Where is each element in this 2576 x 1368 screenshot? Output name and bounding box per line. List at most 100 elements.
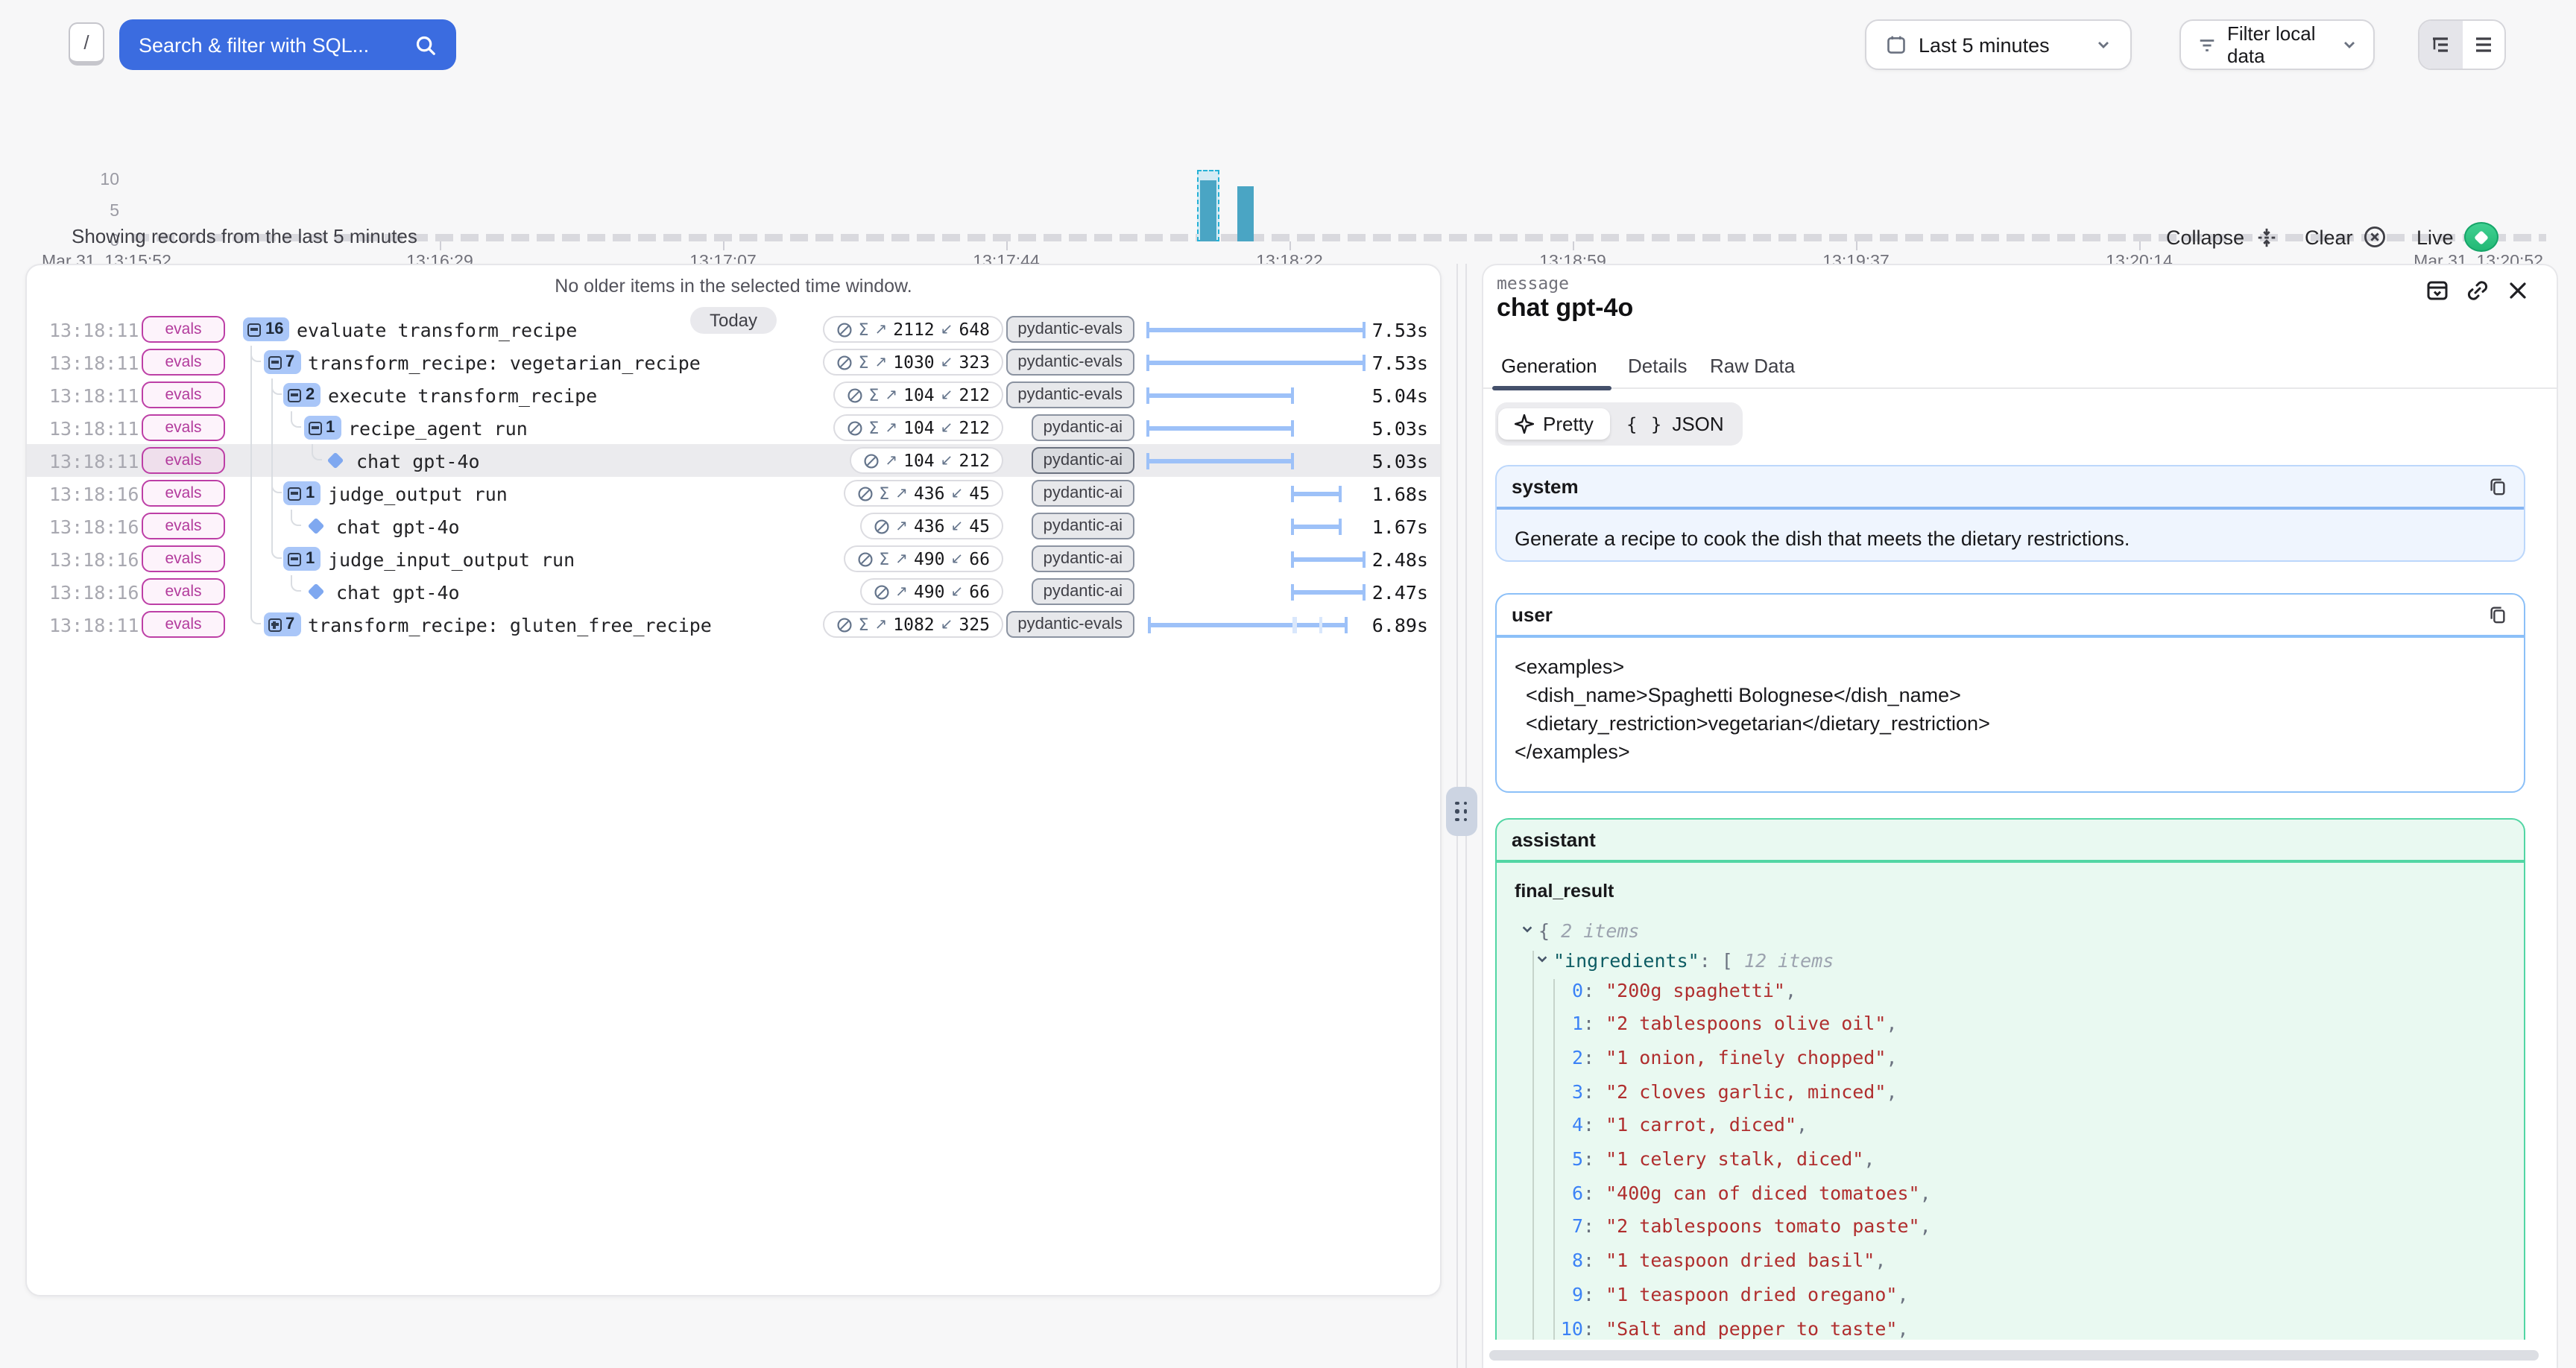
collapse-toggle[interactable]: 1: [283, 547, 321, 571]
scope-tag[interactable]: pydantic-ai: [1032, 513, 1134, 539]
span-name[interactable]: transform_recipe: gluten_free_recipe: [308, 614, 712, 636]
json-array-item: 1: "2 tablespoons olive oil",: [1515, 1007, 2506, 1041]
child-count: 16: [265, 320, 284, 338]
span-name[interactable]: judge_output run: [328, 483, 508, 505]
trace-row[interactable]: 13:18:11evals1recipe_agent runΣ↗104↙212p…: [27, 411, 1440, 444]
duration-bar[interactable]: [1292, 524, 1340, 529]
duration-bar[interactable]: [1148, 458, 1292, 463]
collapse-button[interactable]: Collapse: [2166, 221, 2277, 253]
trace-row[interactable]: 13:18:16evalschat gpt-4o↗436↙45pydantic-…: [27, 510, 1440, 542]
span-name[interactable]: transform_recipe: vegetarian_recipe: [308, 352, 701, 374]
collapse-toggle[interactable]: 16: [243, 317, 290, 341]
chevron-down-icon: [1535, 944, 1549, 972]
span-name[interactable]: chat gpt-4o: [356, 450, 480, 472]
scope-tag[interactable]: pydantic-evals: [1006, 316, 1134, 343]
duration-bar[interactable]: [1292, 557, 1364, 562]
tokens-coin-icon: [873, 518, 889, 534]
duration-bar[interactable]: [1292, 491, 1340, 496]
scope-tag[interactable]: pydantic-ai: [1032, 545, 1134, 572]
pretty-view-button[interactable]: Pretty: [1498, 408, 1610, 440]
span-name[interactable]: evaluate transform_recipe: [297, 319, 577, 341]
live-toggle[interactable]: Live: [2416, 221, 2498, 253]
dock-panel-icon[interactable]: [2425, 279, 2449, 303]
calendar-icon: [1886, 34, 1907, 55]
copy-icon[interactable]: [2488, 476, 2509, 497]
waterfall-cell: [1148, 346, 1364, 379]
input-tokens-count: 1030: [893, 352, 934, 373]
expand-toggle[interactable]: 7: [263, 612, 300, 636]
row-tree-cell: 16 evaluate transform_recipe: [27, 313, 862, 346]
tab-details[interactable]: Details: [1628, 355, 1688, 377]
copy-link-icon[interactable]: [2466, 279, 2490, 303]
trace-rows: 13:18:11evals16evaluate transform_recipe…: [27, 313, 1440, 641]
duration-bar[interactable]: [1292, 589, 1364, 595]
json-array-item: 5: "1 celery stalk, diced",: [1515, 1143, 2506, 1177]
row-tree-cell: 1 judge_input_output run: [27, 542, 862, 575]
scope-tag[interactable]: pydantic-ai: [1032, 480, 1134, 507]
token-metrics-pill: Σ↗104↙212: [833, 414, 1003, 441]
scope-tag[interactable]: pydantic-evals: [1006, 349, 1134, 376]
collapse-toggle[interactable]: 1: [283, 481, 321, 505]
tree-elbow-connector: [311, 444, 321, 460]
scope-tag[interactable]: pydantic-ai: [1032, 578, 1134, 605]
records-histogram[interactable]: 1050 Mar 31. 13:15:5213:16:2913:17:0713:…: [0, 77, 2576, 197]
time-range-dropdown[interactable]: Last 5 minutes: [1865, 19, 2132, 70]
json-array-item: 4: "1 carrot, diced",: [1515, 1109, 2506, 1143]
span-diamond-icon: [307, 583, 324, 601]
duration-bar-end-cap: [1339, 486, 1342, 501]
trace-row[interactable]: 13:18:16evals1judge_input_output runΣ↗49…: [27, 542, 1440, 575]
span-name[interactable]: chat gpt-4o: [336, 581, 460, 604]
span-name[interactable]: recipe_agent run: [348, 417, 528, 440]
clear-button[interactable]: Clear: [2305, 221, 2387, 253]
tree-guide-line: [250, 411, 252, 444]
filter-local-data-dropdown[interactable]: Filter local data: [2179, 19, 2375, 70]
trace-row[interactable]: 13:18:11evals2execute transform_recipeΣ↗…: [27, 379, 1440, 411]
panel-resize-handle[interactable]: [1446, 787, 1477, 836]
duration-bar[interactable]: [1148, 393, 1292, 398]
trace-row[interactable]: 13:18:11evals7transform_recipe: gluten_f…: [27, 608, 1440, 641]
scope-tag[interactable]: pydantic-evals: [1006, 611, 1134, 638]
collapse-toggle[interactable]: 2: [283, 383, 321, 407]
duration-bar-end-cap: [1363, 584, 1366, 600]
histogram-bar[interactable]: [1237, 186, 1254, 241]
filter-label: Filter local data: [2227, 22, 2332, 67]
histogram-bar[interactable]: [1200, 180, 1216, 241]
trace-row[interactable]: 13:18:16evalschat gpt-4o↗490↙66pydantic-…: [27, 575, 1440, 608]
json-ingredients-line[interactable]: "ingredients": [ 12 items: [1515, 944, 2506, 974]
scope-tag[interactable]: pydantic-ai: [1032, 414, 1134, 441]
span-name[interactable]: execute transform_recipe: [328, 384, 597, 407]
tree-elbow-connector: [250, 346, 261, 362]
row-tree-cell: chat gpt-4o: [27, 444, 862, 477]
trace-row[interactable]: 13:18:16evals1judge_output runΣ↗436↙45py…: [27, 477, 1440, 510]
output-tokens-arrow-icon: ↙: [951, 518, 964, 534]
span-name[interactable]: judge_input_output run: [328, 548, 575, 571]
json-view-button[interactable]: { } JSON: [1610, 408, 1740, 440]
x-axis-tick-mark: [1856, 241, 1857, 250]
row-tree-cell: 1 recipe_agent run: [27, 411, 862, 444]
trace-row[interactable]: 13:18:11evalschat gpt-4o↗104↙212pydantic…: [27, 444, 1440, 477]
scope-tag[interactable]: pydantic-evals: [1006, 381, 1134, 408]
copy-icon[interactable]: [2488, 604, 2509, 625]
tab-generation[interactable]: Generation: [1501, 355, 1597, 377]
trace-row[interactable]: 13:18:11evals7transform_recipe: vegetari…: [27, 346, 1440, 379]
horizontal-scrollbar-thumb[interactable]: [1489, 1350, 2539, 1361]
duration-bar[interactable]: [1148, 327, 1364, 332]
search-button[interactable]: Search & filter with SQL...: [119, 19, 456, 70]
json-root-line[interactable]: { 2 items: [1515, 914, 2506, 944]
user-message-card: user <examples> <dish_name>Spaghetti Bol…: [1495, 593, 2525, 793]
tab-raw-data[interactable]: Raw Data: [1710, 355, 1795, 377]
close-icon[interactable]: [2506, 279, 2530, 303]
duration-bar-end-cap: [1363, 322, 1366, 338]
json-string-value: "200g spaghetti": [1606, 978, 1785, 1001]
duration-bar[interactable]: [1150, 622, 1347, 627]
collapse-toggle[interactable]: 7: [263, 350, 300, 374]
scope-tag[interactable]: pydantic-ai: [1032, 447, 1134, 474]
span-name[interactable]: chat gpt-4o: [336, 516, 460, 538]
tree-view-toggle[interactable]: [2419, 21, 2462, 69]
duration-bar[interactable]: [1148, 360, 1364, 365]
list-view-toggle[interactable]: [2462, 21, 2504, 69]
record-title: chat gpt-4o: [1497, 294, 1633, 323]
trace-row[interactable]: 13:18:11evals16evaluate transform_recipe…: [27, 313, 1440, 346]
duration-bar[interactable]: [1148, 425, 1292, 431]
collapse-toggle[interactable]: 1: [303, 416, 341, 440]
